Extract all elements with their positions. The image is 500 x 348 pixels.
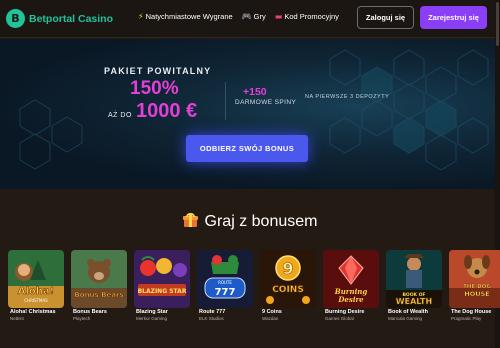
game-title: Burning Desire — [325, 309, 365, 315]
game-thumbnail[interactable]: 9 COINS — [260, 250, 316, 308]
svg-text:Bonus Bears: Bonus Bears — [74, 291, 123, 299]
game-card[interactable]: ROUTE 777 Route 777 ELK Studios — [197, 250, 253, 348]
svg-text:HOUSE: HOUSE — [464, 290, 489, 298]
nav-item-label: Kod Promocyjny — [284, 12, 339, 21]
welcome-bonus-banner — [0, 39, 495, 189]
upto-label: AŻ DO — [108, 112, 132, 119]
login-button[interactable]: Zaloguj się — [357, 6, 414, 29]
gamepad-icon: 🎮 — [241, 12, 252, 21]
game-card[interactable]: BLAZING STAR Blazing Star Merkur Gaming — [134, 250, 190, 348]
game-provider: NetEnt — [10, 316, 24, 321]
brand-logo[interactable]: B Betportal Casino — [6, 9, 113, 28]
game-title: Book of Wealth — [388, 309, 428, 315]
ticket-icon: ▬ — [274, 12, 283, 21]
nav-item-instant-wins[interactable]: ⚡ Natychmiastowe Wygrane — [138, 12, 233, 21]
game-thumbnail[interactable]: Burning Desire — [323, 250, 379, 308]
free-spins-label: DARMOWE SPINY — [235, 99, 297, 106]
game-provider: Pragmatic Play — [451, 316, 482, 321]
welcome-package-label: PAKIET POWITALNY — [104, 66, 212, 76]
game-thumbnail[interactable]: THE DOG HOUSE — [449, 250, 500, 308]
nav-item-promo-code[interactable]: ▬ Kod Promocyjny — [275, 12, 339, 21]
game-thumbnail[interactable]: Bonus Bears — [71, 250, 127, 308]
deposits-note: NA PIERWSZE 3 DEPOZYTY — [305, 94, 390, 100]
section-title-text: Graj z bonusem — [204, 213, 318, 230]
game-provider: ELK Studios — [199, 316, 224, 321]
svg-text:WEALTH: WEALTH — [396, 297, 432, 306]
game-provider: Playtech — [73, 316, 91, 321]
brand-name: Betportal Casino — [29, 12, 114, 25]
lightning-icon: ⚡ — [138, 12, 144, 21]
svg-text:BLAZING STAR: BLAZING STAR — [138, 288, 187, 295]
promo-divider — [225, 82, 226, 120]
bonus-percent: 150% — [130, 78, 179, 99]
svg-text:CHRISTMAS: CHRISTMAS — [24, 298, 48, 303]
game-card[interactable]: Burning Desire Burning Desire Games Glob… — [323, 250, 379, 348]
bonus-games-row: Aloha! CHRISTMAS Aloha! Christmas NetEnt… — [8, 250, 500, 348]
svg-text:Desire: Desire — [337, 295, 364, 304]
game-card[interactable]: Aloha! CHRISTMAS Aloha! Christmas NetEnt — [8, 250, 64, 348]
game-provider: Mancala Gaming — [388, 316, 423, 321]
game-thumbnail[interactable]: BOOK OF WEALTH — [386, 250, 442, 308]
svg-text:Aloha!: Aloha! — [18, 286, 54, 297]
nav-item-label: Natychmiastowe Wygrane — [145, 12, 233, 21]
game-thumbnail[interactable]: ROUTE 777 — [197, 250, 253, 308]
claim-bonus-button[interactable]: ODBIERZ SWÓJ BONUS — [186, 135, 308, 162]
scrollbar-thumb[interactable] — [496, 2, 499, 46]
svg-text:COINS: COINS — [272, 285, 304, 295]
game-title: Aloha! Christmas — [10, 309, 56, 315]
game-card[interactable]: Bonus Bears Bonus Bears Playtech — [71, 250, 127, 348]
nav-item-label: Gry — [253, 12, 266, 21]
game-card[interactable]: 9 COINS 9 Coins Wazdan — [260, 250, 316, 348]
top-header: B Betportal Casino ⚡ Natychmiastowe Wygr… — [0, 0, 500, 38]
hexagon-background — [19, 49, 489, 171]
gift-icon — [182, 213, 198, 227]
game-provider: Games Global — [325, 316, 354, 321]
game-title: 9 Coins — [262, 309, 282, 315]
game-thumbnail[interactable]: BLAZING STAR — [134, 250, 190, 308]
main-nav: ⚡ Natychmiastowe Wygrane 🎮 Gry ▬ Kod Pro… — [138, 12, 339, 21]
nav-item-games[interactable]: 🎮 Gry — [242, 12, 266, 21]
game-title: Route 777 — [199, 309, 226, 315]
section-title: Graj z bonusem — [0, 213, 500, 231]
game-title: The Dog House — [451, 309, 492, 315]
logo-icon: B — [6, 9, 25, 28]
register-button[interactable]: Zarejestruj się — [420, 6, 487, 29]
free-spins-count: +150 — [243, 86, 267, 98]
svg-text:ROUTE: ROUTE — [218, 280, 232, 285]
game-card[interactable]: THE DOG HOUSE The Dog House Pragmatic Pl… — [449, 250, 500, 348]
game-provider: Merkur Gaming — [136, 316, 168, 321]
svg-text:777: 777 — [215, 287, 236, 298]
bonus-amount: 1000 € — [136, 100, 198, 122]
game-title: Bonus Bears — [73, 309, 107, 315]
game-provider: Wazdan — [262, 316, 279, 321]
game-thumbnail[interactable]: Aloha! CHRISTMAS — [8, 250, 64, 308]
game-title: Blazing Star — [136, 309, 168, 315]
svg-text:9: 9 — [282, 259, 293, 278]
game-card[interactable]: BOOK OF WEALTH Book of Wealth Mancala Ga… — [386, 250, 442, 348]
